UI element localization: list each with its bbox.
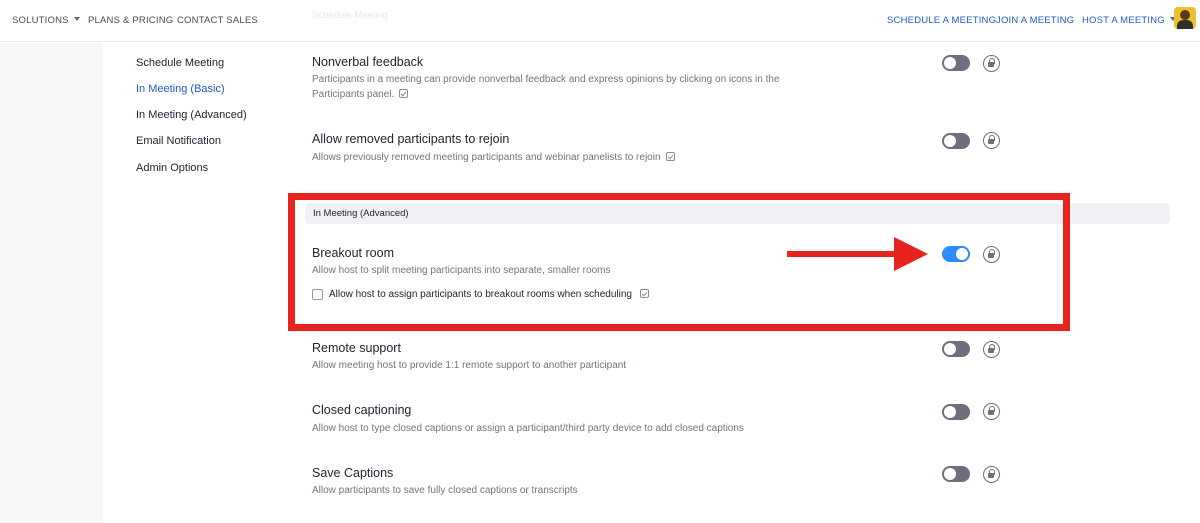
save-captions-title: Save Captions <box>312 466 394 480</box>
avatar-head-shape <box>1180 10 1190 20</box>
remote-support-toggle[interactable] <box>942 341 970 357</box>
nav-contact-sales-link[interactable]: CONTACT SALES <box>177 15 258 26</box>
remote-support-description: Allow meeting host to provide 1:1 remote… <box>312 360 627 371</box>
toggle-knob <box>944 468 956 480</box>
sidebar-item-schedule-meeting[interactable]: Schedule Meeting <box>136 57 224 69</box>
nav-solutions-label: SOLUTIONS <box>12 15 69 26</box>
avatar-body-shape <box>1177 20 1193 29</box>
nav-schedule-meeting-link[interactable]: SCHEDULE A MEETING <box>887 15 996 26</box>
annotation-arrow-shaft <box>787 251 897 257</box>
info-check-icon[interactable] <box>665 152 675 161</box>
sidebar-background <box>0 43 103 523</box>
nav-solutions-menu[interactable]: SOLUTIONS <box>12 15 80 26</box>
avatar[interactable] <box>1174 7 1196 29</box>
nonverbal-feedback-title: Nonverbal feedback <box>312 55 424 69</box>
sidebar-item-email-notification[interactable]: Email Notification <box>136 135 221 147</box>
toggle-knob <box>944 406 956 418</box>
rejoin-description: Allows previously removed meeting partic… <box>312 152 661 163</box>
save-captions-toggle[interactable] <box>942 466 970 482</box>
nav-join-meeting-link[interactable]: JOIN A MEETING <box>996 15 1074 26</box>
sidebar-item-in-meeting-advanced[interactable]: In Meeting (Advanced) <box>136 109 247 121</box>
sidebar-item-admin-options[interactable]: Admin Options <box>136 162 208 174</box>
remote-support-title: Remote support <box>312 341 401 355</box>
faded-section-header: Schedule Meeting <box>312 10 389 21</box>
rejoin-toggle[interactable] <box>942 133 970 149</box>
closed-captioning-title: Closed captioning <box>312 403 412 417</box>
rejoin-title: Allow removed participants to rejoin <box>312 132 510 146</box>
toggle-knob <box>944 343 956 355</box>
lock-icon[interactable] <box>983 341 1000 358</box>
toggle-knob <box>944 57 956 69</box>
nav-plans-pricing-link[interactable]: PLANS & PRICING <box>88 15 173 26</box>
lock-icon[interactable] <box>983 55 1000 72</box>
nonverbal-feedback-description: Participants in a meeting can provide no… <box>312 72 780 102</box>
rejoin-description-wrap: Allows previously removed meeting partic… <box>312 150 675 165</box>
top-navigation-bar: SOLUTIONS PLANS & PRICING CONTACT SALES … <box>0 0 1200 42</box>
save-captions-description: Allow participants to save fully closed … <box>312 485 578 496</box>
chevron-down-icon <box>73 17 80 21</box>
nonverbal-desc-line1: Participants in a meeting can provide no… <box>312 74 780 85</box>
nav-host-meeting-menu[interactable]: HOST A MEETING <box>1082 15 1176 26</box>
annotation-arrow-icon <box>894 237 928 271</box>
sidebar-item-in-meeting-basic[interactable]: In Meeting (Basic) <box>136 83 225 95</box>
nonverbal-desc-line2-wrap: Participants panel. <box>312 87 780 102</box>
lock-icon[interactable] <box>983 466 1000 483</box>
nav-host-meeting-label: HOST A MEETING <box>1082 15 1165 26</box>
info-check-icon[interactable] <box>399 89 409 98</box>
closed-captioning-toggle[interactable] <box>942 404 970 420</box>
closed-captioning-description: Allow host to type closed captions or as… <box>312 423 744 434</box>
nonverbal-feedback-toggle[interactable] <box>942 55 970 71</box>
lock-icon[interactable] <box>983 132 1000 149</box>
lock-icon[interactable] <box>983 403 1000 420</box>
annotation-highlight-box <box>288 193 1070 331</box>
toggle-knob <box>944 135 956 147</box>
nonverbal-desc-line2: Participants panel. <box>312 89 395 100</box>
